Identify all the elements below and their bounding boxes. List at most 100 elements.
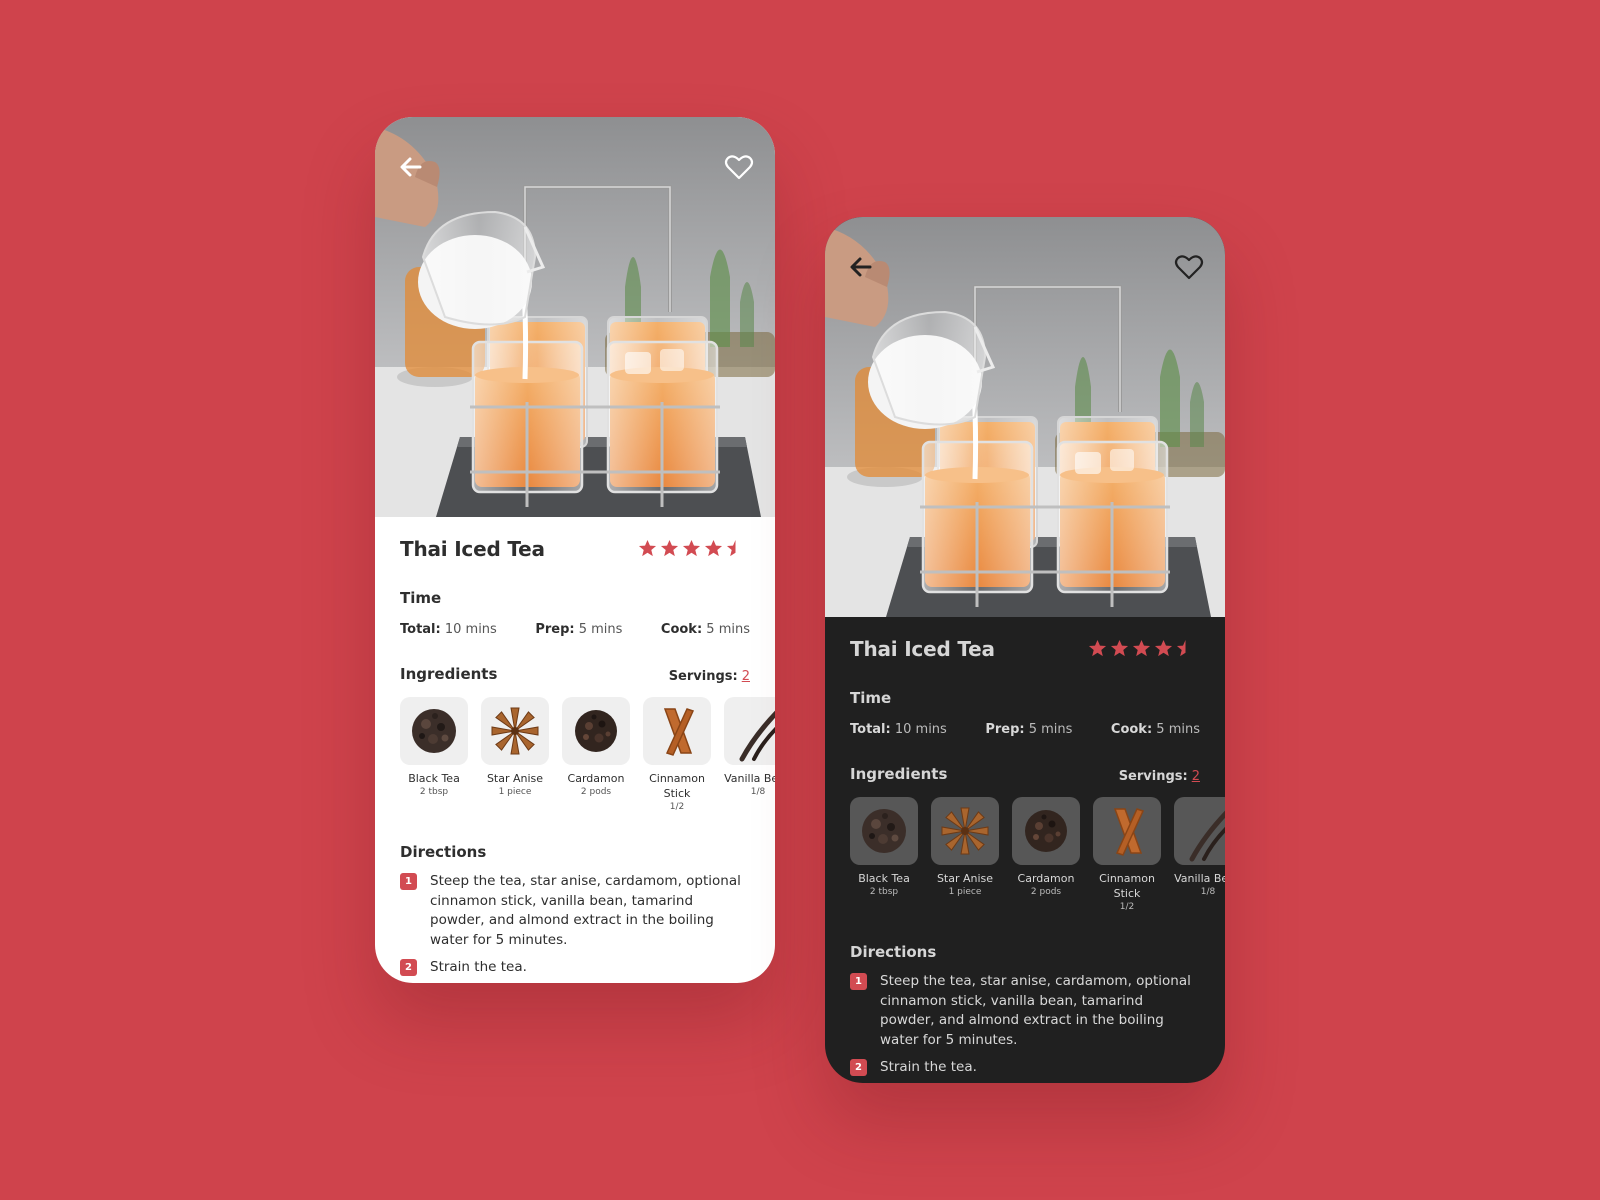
ingredient-name: Star Anise bbox=[936, 872, 994, 885]
recipe-card-light: Thai Iced Tea Time Total: 10 mins Prep: … bbox=[375, 117, 775, 983]
time-prep-value: 5 mins bbox=[578, 622, 623, 637]
time-cook: Cook: 5 mins bbox=[661, 622, 750, 637]
directions-heading: Directions bbox=[400, 843, 487, 861]
heart-icon bbox=[1174, 255, 1204, 280]
star-icon bbox=[638, 539, 657, 557]
time-prep-label: Prep: bbox=[985, 722, 1025, 737]
ingredient-qty: 1/2 bbox=[1119, 902, 1135, 912]
time-cook-value: 5 mins bbox=[706, 622, 750, 637]
time-total-value: 10 mins bbox=[894, 722, 947, 737]
favorite-button[interactable] bbox=[1171, 249, 1207, 285]
ingredient-vanilla-bean[interactable]: Vanilla Bean 1/8 bbox=[724, 697, 775, 812]
ingredient-name: Cinnamon Stick bbox=[1099, 872, 1155, 900]
direction-step: 2 Strain the tea. bbox=[850, 1058, 1195, 1078]
time-total: Total: 10 mins bbox=[400, 622, 497, 637]
ingredient-star-anise[interactable]: Star Anise 1 piece bbox=[931, 797, 999, 912]
ingredient-name: Cardamon bbox=[1017, 872, 1075, 885]
servings-label: Servings: bbox=[1118, 769, 1188, 784]
half-star-icon bbox=[1176, 639, 1195, 657]
time-prep-value: 5 mins bbox=[1028, 722, 1073, 737]
time-row: Total: 10 mins Prep: 5 mins Cook: 5 mins bbox=[400, 622, 750, 637]
ingredient-cinnamon-stick[interactable]: Cinnamon Stick 1/2 bbox=[643, 697, 711, 812]
time-cook-label: Cook: bbox=[1110, 722, 1153, 737]
ingredient-black-tea[interactable]: Black Tea 2 tbsp bbox=[850, 797, 918, 912]
time-heading: Time bbox=[400, 589, 442, 607]
cinnamon-stick-icon bbox=[1114, 808, 1144, 856]
time-cook: Cook: 5 mins bbox=[1111, 722, 1200, 737]
vanilla-bean-icon bbox=[1174, 797, 1225, 865]
ingredient-cardamon[interactable]: Cardamon 2 pods bbox=[562, 697, 630, 812]
servings: Servings: 2 bbox=[1119, 769, 1200, 784]
back-arrow-icon bbox=[850, 257, 872, 277]
time-prep: Prep: 5 mins bbox=[985, 722, 1072, 737]
ingredient-cinnamon-stick[interactable]: Cinnamon Stick 1/2 bbox=[1093, 797, 1161, 912]
favorite-button[interactable] bbox=[721, 149, 757, 185]
servings: Servings: 2 bbox=[669, 669, 750, 684]
step-text: Steep the tea, star anise, cardamom, opt… bbox=[880, 973, 1191, 1048]
ingredient-name: Cinnamon Stick bbox=[649, 772, 705, 800]
star-icon bbox=[1088, 639, 1107, 657]
ingredient-name: Vanilla Bean bbox=[1174, 872, 1225, 885]
servings-label: Servings: bbox=[668, 669, 738, 684]
direction-step: 2 Strain the tea. bbox=[400, 958, 745, 978]
ingredient-name: Black Tea bbox=[408, 772, 460, 785]
step-text: Steep the tea, star anise, cardamom, opt… bbox=[430, 873, 741, 948]
cardamom-icon bbox=[575, 710, 617, 752]
step-number-badge: 2 bbox=[850, 1059, 867, 1076]
step-number-badge: 2 bbox=[400, 959, 417, 976]
servings-value[interactable]: 2 bbox=[1192, 769, 1200, 784]
ingredient-black-tea[interactable]: Black Tea 2 tbsp bbox=[400, 697, 468, 812]
star-icon bbox=[660, 539, 679, 557]
time-prep: Prep: 5 mins bbox=[535, 622, 622, 637]
star-icon bbox=[1132, 639, 1151, 657]
directions-heading: Directions bbox=[850, 943, 937, 961]
ingredient-name: Black Tea bbox=[858, 872, 910, 885]
hero-photo bbox=[375, 117, 775, 517]
time-total-label: Total: bbox=[400, 622, 441, 637]
star-icon bbox=[704, 539, 723, 557]
time-total: Total: 10 mins bbox=[850, 722, 947, 737]
cardamom-icon bbox=[1025, 810, 1067, 852]
rating-stars[interactable] bbox=[1088, 639, 1195, 658]
time-cook-label: Cook: bbox=[660, 622, 703, 637]
back-button[interactable] bbox=[393, 149, 429, 185]
ingredient-qty: 1/8 bbox=[1200, 887, 1216, 897]
step-number-badge: 1 bbox=[850, 973, 867, 990]
heart-icon bbox=[724, 155, 754, 180]
ingredient-name: Cardamon bbox=[567, 772, 625, 785]
ingredients-heading: Ingredients bbox=[400, 665, 498, 683]
vanilla-bean-icon bbox=[724, 697, 775, 765]
star-icon bbox=[682, 539, 701, 557]
recipe-details: Thai Iced Tea Time Total: 10 mins Prep: … bbox=[375, 517, 775, 983]
time-prep-label: Prep: bbox=[535, 622, 575, 637]
direction-step: 1 Steep the tea, star anise, cardamom, o… bbox=[850, 972, 1195, 1050]
ingredients-list[interactable]: Black Tea 2 tbsp Star Anise 1 piece Card… bbox=[400, 697, 775, 812]
rating-stars[interactable] bbox=[638, 539, 745, 558]
ingredient-qty: 1/8 bbox=[750, 787, 766, 797]
time-heading: Time bbox=[850, 689, 892, 707]
star-anise-icon bbox=[491, 707, 539, 755]
time-total-value: 10 mins bbox=[444, 622, 497, 637]
step-text: Strain the tea. bbox=[430, 959, 527, 975]
ingredient-vanilla-bean[interactable]: Vanilla Bean 1/8 bbox=[1174, 797, 1225, 912]
ingredients-list[interactable]: Black Tea 2 tbsp Star Anise 1 piece Card… bbox=[850, 797, 1225, 912]
hero-photo bbox=[825, 217, 1225, 617]
recipe-card-dark: Thai Iced Tea Time Total: 10 mins Prep: … bbox=[825, 217, 1225, 1083]
ingredient-star-anise[interactable]: Star Anise 1 piece bbox=[481, 697, 549, 812]
servings-value[interactable]: 2 bbox=[742, 669, 750, 684]
ingredient-qty: 2 pods bbox=[580, 787, 612, 797]
step-text: Strain the tea. bbox=[880, 1059, 977, 1075]
ingredient-qty: 2 tbsp bbox=[419, 787, 449, 797]
star-icon bbox=[1154, 639, 1173, 657]
ingredient-cardamon[interactable]: Cardamon 2 pods bbox=[1012, 797, 1080, 912]
ingredient-qty: 2 pods bbox=[1030, 887, 1062, 897]
ingredient-name: Vanilla Bean bbox=[724, 772, 775, 785]
ingredients-heading: Ingredients bbox=[850, 765, 948, 783]
back-button[interactable] bbox=[843, 249, 879, 285]
time-total-label: Total: bbox=[850, 722, 891, 737]
recipe-details: Thai Iced Tea Time Total: 10 mins Prep: … bbox=[825, 617, 1225, 1083]
time-row: Total: 10 mins Prep: 5 mins Cook: 5 mins bbox=[850, 722, 1200, 737]
ingredient-qty: 1/2 bbox=[669, 802, 685, 812]
recipe-title: Thai Iced Tea bbox=[850, 637, 995, 661]
half-star-icon bbox=[726, 539, 745, 557]
